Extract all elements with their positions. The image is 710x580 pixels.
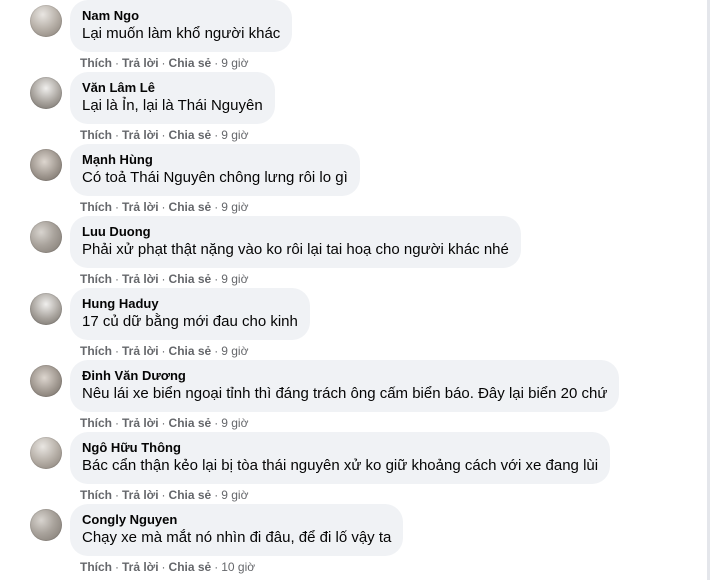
comment-text: Có toả Thái Nguyên chông lưng rôi lo gì [82,169,348,186]
avatar[interactable] [30,293,62,325]
comment-actions: Thích · Trả lời · Chia sẻ · 9 giờ [80,200,249,214]
comment-text: Bác cẩn thận kẻo lại bị tòa thái nguyên … [82,457,599,474]
comment-actions: Thích · Trả lời · Chia sẻ · 9 giờ [80,272,249,286]
avatar[interactable] [30,149,62,181]
avatar[interactable] [30,437,62,469]
comment-timestamp[interactable]: 10 giờ [221,560,255,574]
comment-actions: Thích · Trả lời · Chia sẻ · 9 giờ [80,488,249,502]
comment-author[interactable]: Nam Ngo [82,7,280,24]
comment-item: Văn Lâm Lê Lại là Ỉn, lại là Thái Nguyên… [30,72,700,144]
comment-timestamp[interactable]: 9 giờ [221,344,248,358]
comment-item: Ngô Hữu Thông Bác cẩn thận kẻo lại bị tò… [30,432,700,504]
reply-link[interactable]: Trả lời [122,272,159,286]
share-link[interactable]: Chia sẻ [169,272,212,286]
comment-actions: Thích · Trả lời · Chia sẻ · 10 giờ [80,560,256,574]
comment-bubble: Văn Lâm Lê Lại là Ỉn, lại là Thái Nguyên [70,72,275,124]
comment-bubble: Luu Duong Phải xử phạt thật nặng vào ko … [70,216,521,268]
comment-timestamp[interactable]: 9 giờ [221,272,248,286]
comment-actions: Thích · Trả lời · Chia sẻ · 9 giờ [80,56,249,70]
like-link[interactable]: Thích [80,200,112,214]
comment-bubble: Đinh Văn Dương Nêu lái xe biển ngoại tỉn… [70,360,620,412]
comment-text: Lại muốn làm khổ người khác [82,25,281,42]
comment-bubble: Ngô Hữu Thông Bác cẩn thận kẻo lại bị tò… [70,432,611,484]
comment-timestamp[interactable]: 9 giờ [221,488,248,502]
comment-author[interactable]: Mạnh Hùng [82,151,348,168]
like-link[interactable]: Thích [80,560,112,574]
comment-text: Chạy xe mà mắt nó nhìn đi đâu, để đi lố … [82,529,392,546]
comment-text: Nêu lái xe biển ngoại tỉnh thì đáng trác… [82,385,608,402]
avatar[interactable] [30,509,62,541]
reply-link[interactable]: Trả lời [122,344,159,358]
share-link[interactable]: Chia sẻ [169,344,212,358]
avatar[interactable] [30,365,62,397]
like-link[interactable]: Thích [80,416,112,430]
comment-text: 17 củ dữ bằng mới đau cho kinh [82,313,298,330]
share-link[interactable]: Chia sẻ [169,488,212,502]
avatar[interactable] [30,221,62,253]
comment-bubble: Hung Haduy 17 củ dữ bằng mới đau cho kin… [70,288,310,340]
comment-item: Luu Duong Phải xử phạt thật nặng vào ko … [30,216,700,288]
comment-bubble: Congly Nguyen Chạy xe mà mắt nó nhìn đi … [70,504,404,556]
comment-author[interactable]: Ngô Hữu Thông [82,439,598,456]
avatar[interactable] [30,5,62,37]
comment-text: Phải xử phạt thật nặng vào ko rôi lại ta… [82,241,509,258]
comment-bubble: Mạnh Hùng Có toả Thái Nguyên chông lưng … [70,144,360,196]
comment-author[interactable]: Văn Lâm Lê [82,79,263,96]
share-link[interactable]: Chia sẻ [169,200,212,214]
avatar[interactable] [30,77,62,109]
reply-link[interactable]: Trả lời [122,56,159,70]
comment-timestamp[interactable]: 9 giờ [221,200,248,214]
comment-timestamp[interactable]: 9 giờ [221,128,248,142]
share-link[interactable]: Chia sẻ [169,56,212,70]
like-link[interactable]: Thích [80,344,112,358]
reply-link[interactable]: Trả lời [122,128,159,142]
reply-link[interactable]: Trả lời [122,488,159,502]
comment-item: Nam Ngo Lại muốn làm khổ người khác Thíc… [30,0,700,72]
comment-author[interactable]: Hung Haduy [82,295,298,312]
comment-author[interactable]: Luu Duong [82,223,509,240]
comment-actions: Thích · Trả lời · Chia sẻ · 9 giờ [80,128,249,142]
comment-author[interactable]: Congly Nguyen [82,511,391,528]
comment-actions: Thích · Trả lời · Chia sẻ · 9 giờ [80,416,249,430]
like-link[interactable]: Thích [80,128,112,142]
comment-item: Mạnh Hùng Có toả Thái Nguyên chông lưng … [30,144,700,216]
comment-timestamp[interactable]: 9 giờ [221,416,248,430]
comment-timestamp[interactable]: 9 giờ [221,56,248,70]
share-link[interactable]: Chia sẻ [169,416,212,430]
reply-link[interactable]: Trả lời [122,560,159,574]
comment-item: Đinh Văn Dương Nêu lái xe biển ngoại tỉn… [30,360,700,432]
share-link[interactable]: Chia sẻ [169,560,212,574]
share-link[interactable]: Chia sẻ [169,128,212,142]
like-link[interactable]: Thích [80,56,112,70]
reply-link[interactable]: Trả lời [122,200,159,214]
reply-link[interactable]: Trả lời [122,416,159,430]
like-link[interactable]: Thích [80,272,112,286]
comment-item: Hung Haduy 17 củ dữ bằng mới đau cho kin… [30,288,700,360]
comment-bubble: Nam Ngo Lại muốn làm khổ người khác [70,0,293,52]
comment-actions: Thích · Trả lời · Chia sẻ · 9 giờ [80,344,249,358]
like-link[interactable]: Thích [80,488,112,502]
comment-text: Lại là Ỉn, lại là Thái Nguyên [82,97,263,114]
comment-author[interactable]: Đinh Văn Dương [82,367,607,384]
comment-item: Congly Nguyen Chạy xe mà mắt nó nhìn đi … [30,504,700,576]
